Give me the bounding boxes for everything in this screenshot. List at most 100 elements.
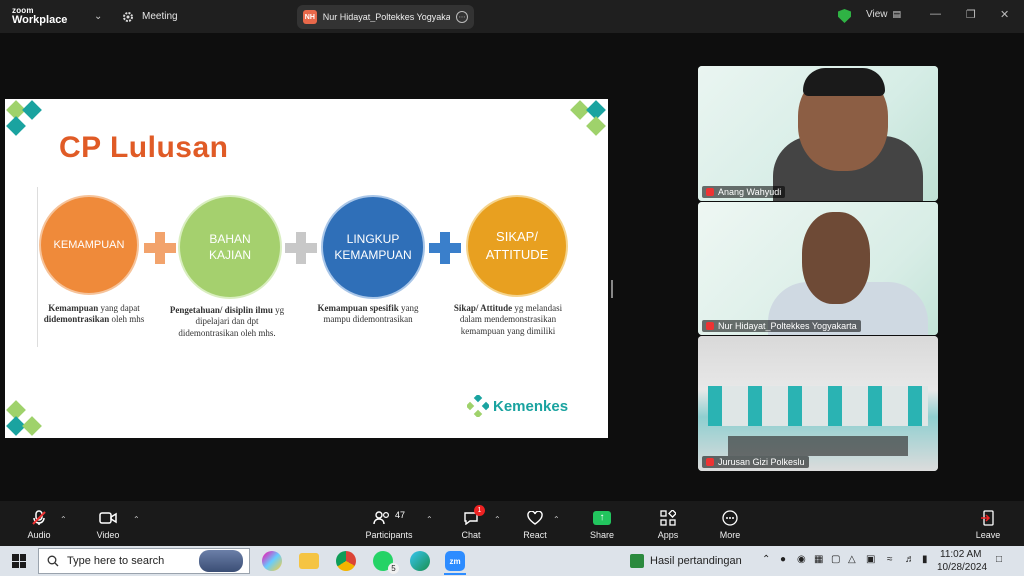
more-icon — [722, 509, 738, 526]
news-widget[interactable]: Hasil pertandingan — [630, 554, 742, 568]
circle-lingkup-kemampuan: LINGKUP KEMAMPUAN — [321, 195, 425, 299]
circle-bahan-kajian: BAHAN KAJIAN — [178, 195, 282, 299]
audio-button[interactable]: Audio — [9, 509, 69, 540]
zoom-logo: zoom Workplace — [12, 7, 82, 26]
participant-name-label: Jurusan Gizi Polkeslu — [702, 456, 809, 468]
plus-icon — [144, 232, 176, 264]
notifications-icon[interactable]: □ — [996, 554, 1002, 565]
audio-options-chevron-icon[interactable]: ⌃ — [60, 515, 67, 524]
edge-icon[interactable] — [410, 551, 430, 571]
copilot-icon[interactable] — [262, 551, 282, 571]
chevron-down-icon[interactable]: ⌄ — [94, 11, 108, 22]
mic-off-icon — [706, 322, 714, 330]
kemenkes-text: Kemenkes — [493, 397, 569, 415]
chat-options-chevron-icon[interactable]: ⌃ — [494, 515, 501, 524]
mic-off-icon — [706, 188, 714, 196]
circle-kemampuan: KEMAMPUAN — [39, 195, 139, 295]
battery-icon[interactable]: ▮ — [922, 554, 928, 565]
caption-lingkup-kemampuan: Kemampuan spesifik yang mampu didemontra… — [317, 303, 419, 325]
host-name: Nur Hidayat_Poltekkes Yogyakarta — [322, 12, 451, 22]
host-pill[interactable]: NH Nur Hidayat_Poltekkes Yogyakarta ⋯ — [297, 5, 474, 29]
shared-screen-slide: CP Lulusan KEMAMPUAN BAHAN KAJIAN LINGKU… — [5, 99, 608, 438]
kemenkes-logo-icon — [467, 395, 489, 417]
share-button[interactable]: ↑ Share — [572, 509, 632, 540]
view-grid-icon: ▤ — [892, 9, 902, 19]
host-avatar: NH — [303, 10, 317, 24]
participant-hair — [803, 68, 885, 96]
gear-icon — [123, 11, 133, 22]
more-icon[interactable]: ⋯ — [456, 11, 469, 23]
heart-icon — [527, 509, 543, 526]
circle-sikap-attitude: SIKAP/ ATTITUDE — [466, 195, 568, 297]
search-placeholder: Type here to search — [67, 555, 165, 567]
search-icon — [47, 555, 59, 567]
tray-chevron-icon[interactable]: ⌃ — [762, 554, 770, 565]
video-tile-participant[interactable]: Jurusan Gizi Polkeslu — [698, 336, 938, 471]
video-tile-participant[interactable]: Anang Wahyudi — [698, 66, 938, 201]
participants-button[interactable]: 47 Participants — [359, 509, 419, 541]
participant-name-label: Anang Wahyudi — [702, 186, 786, 198]
app-tray-icon[interactable]: ▣ — [866, 554, 875, 565]
whatsapp-badge: 5 — [388, 563, 399, 574]
apps-icon — [660, 509, 676, 526]
windows-start-icon[interactable] — [12, 554, 26, 568]
slide-title: CP Lulusan — [59, 131, 229, 164]
room-tables — [728, 436, 908, 456]
participants-options-chevron-icon[interactable]: ⌃ — [426, 515, 433, 524]
meeting-label: Meeting — [142, 11, 178, 22]
chat-button[interactable]: 1 Chat — [441, 505, 501, 540]
app-tray-icon[interactable]: △ — [848, 554, 856, 565]
view-label: View — [866, 9, 888, 20]
restore-icon[interactable]: ❐ — [966, 8, 976, 21]
meeting-toolbar: Audio ⌃ Video ⌃ 47 Participants ⌃ 1 Chat… — [0, 501, 1024, 546]
taskbar-search[interactable]: Type here to search — [38, 548, 250, 574]
more-button[interactable]: More — [700, 509, 760, 540]
chrome-icon[interactable] — [336, 551, 356, 571]
chat-badge: 1 — [474, 505, 485, 516]
whatsapp-icon[interactable]: 5 — [373, 551, 399, 574]
microphone-icon[interactable]: ● — [780, 554, 786, 565]
corner-decoration — [5, 99, 49, 143]
recording-icon[interactable]: ◉ — [797, 554, 806, 565]
news-icon — [630, 554, 644, 568]
participant-face — [802, 212, 870, 304]
kemenkes-logo: Kemenkes — [467, 395, 568, 417]
plus-icon — [285, 232, 317, 264]
leave-icon — [980, 509, 996, 526]
close-icon[interactable]: ✕ — [1000, 8, 1009, 21]
participant-name-label: Nur Hidayat_Poltekkes Yogyakarta — [702, 320, 861, 332]
app-tray-icon[interactable]: ▢ — [831, 554, 840, 565]
react-button[interactable]: React — [505, 509, 565, 540]
volume-icon[interactable]: ♬ — [905, 554, 915, 565]
video-options-chevron-icon[interactable]: ⌃ — [133, 515, 140, 524]
video-button[interactable]: Video — [78, 509, 138, 540]
wifi-icon[interactable]: ≈ — [887, 554, 893, 565]
active-app-underline — [444, 573, 466, 575]
slide-divider — [37, 187, 38, 347]
leave-button[interactable]: Leave — [958, 509, 1018, 540]
room-windows — [708, 386, 928, 426]
splitter-handle[interactable] — [611, 280, 613, 298]
corner-decoration — [5, 395, 49, 438]
clock-date[interactable]: 10/28/2024 — [937, 562, 987, 573]
video-tile-participant[interactable]: Nur Hidayat_Poltekkes Yogyakarta — [698, 202, 938, 335]
caption-bahan-kajian: Pengetahuan/ disiplin ilmu yg dipelajari… — [169, 305, 285, 338]
participants-count: 47 — [394, 509, 405, 520]
zoom-taskbar-icon[interactable]: zm — [445, 551, 465, 571]
clock-time[interactable]: 11:02 AM — [940, 549, 982, 560]
news-text: Hasil pertandingan — [650, 555, 742, 567]
file-explorer-icon[interactable] — [299, 553, 319, 569]
plus-icon — [429, 232, 461, 264]
react-options-chevron-icon[interactable]: ⌃ — [553, 515, 560, 524]
minimize-icon[interactable]: — — [930, 8, 941, 20]
meeting-tab[interactable]: Meeting — [122, 11, 178, 23]
corner-decoration — [565, 99, 608, 143]
caption-kemampuan: Kemampuan yang dapat didemontrasikan ole… — [43, 303, 145, 325]
windows-taskbar: Type here to search 5 zm Hasil pertandin… — [0, 546, 1024, 576]
camera-icon — [99, 509, 117, 526]
app-tray-icon[interactable]: ▦ — [814, 554, 823, 565]
chat-icon: 1 — [463, 505, 485, 526]
view-button[interactable]: View ▤ — [866, 9, 901, 20]
apps-button[interactable]: Apps — [638, 509, 698, 540]
caption-sikap-attitude: Sikap/ Attitude yg melandasi dalam mende… — [453, 303, 563, 336]
